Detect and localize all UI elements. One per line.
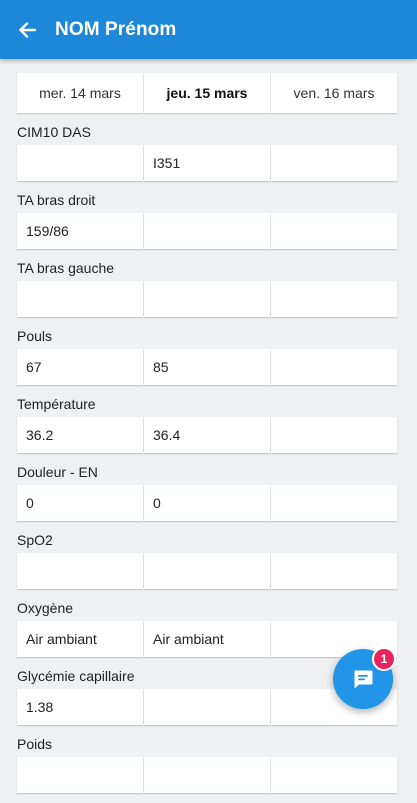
value-field[interactable] bbox=[17, 553, 143, 589]
page-title: NOM Prénom bbox=[55, 18, 177, 40]
value-field[interactable]: 36.2 bbox=[17, 417, 143, 453]
value-field[interactable]: Air ambiant bbox=[17, 621, 143, 657]
arrow-left-icon bbox=[19, 21, 36, 38]
section-label: Poids bbox=[17, 736, 53, 752]
field-row: 159/86 bbox=[17, 213, 397, 249]
section-label: Oxygène bbox=[17, 600, 74, 616]
date-tab-selected[interactable]: jeu. 15 mars bbox=[144, 73, 270, 113]
field-row: I351 bbox=[17, 145, 397, 181]
value-field[interactable] bbox=[271, 145, 397, 181]
field-row: 00 bbox=[17, 485, 397, 521]
field-row bbox=[17, 553, 397, 589]
value-field[interactable]: 0 bbox=[17, 485, 143, 521]
value-field[interactable] bbox=[144, 757, 270, 793]
section-label: Température bbox=[17, 396, 96, 412]
value-field[interactable] bbox=[271, 553, 397, 589]
app-bar: NOM Prénom bbox=[0, 0, 417, 59]
field-row bbox=[17, 757, 397, 793]
notification-badge: 1 bbox=[372, 647, 396, 671]
section-label: TA bras gauche bbox=[17, 260, 115, 276]
field-row: Air ambiant Air ambiant bbox=[17, 621, 397, 657]
field-row bbox=[17, 281, 397, 317]
value-field[interactable]: 159/86 bbox=[17, 213, 143, 249]
value-field[interactable] bbox=[271, 485, 397, 521]
section-label: Douleur - EN bbox=[17, 464, 98, 480]
value-field[interactable] bbox=[17, 757, 143, 793]
value-field[interactable] bbox=[144, 553, 270, 589]
value-field[interactable]: 1.38 bbox=[17, 689, 143, 725]
value-field[interactable] bbox=[271, 349, 397, 385]
back-button[interactable] bbox=[17, 20, 37, 40]
date-tab[interactable]: ven. 16 mars bbox=[271, 73, 397, 113]
section-label: SpO2 bbox=[17, 532, 53, 548]
section-label: TA bras droit bbox=[17, 192, 96, 208]
value-field[interactable]: 67 bbox=[17, 349, 143, 385]
value-field[interactable] bbox=[17, 145, 143, 181]
value-field[interactable]: 85 bbox=[144, 349, 270, 385]
field-row: 36.2 36.4 bbox=[17, 417, 397, 453]
value-field[interactable] bbox=[144, 689, 270, 725]
value-field[interactable] bbox=[144, 281, 270, 317]
field-row: 67 85 bbox=[17, 349, 397, 385]
value-field[interactable] bbox=[271, 417, 397, 453]
section-label: CIM10 DAS bbox=[17, 124, 91, 140]
chat-icon bbox=[354, 670, 373, 689]
value-field[interactable]: I351 bbox=[144, 145, 270, 181]
value-field[interactable]: 36.4 bbox=[144, 417, 270, 453]
value-field[interactable] bbox=[271, 213, 397, 249]
value-field[interactable] bbox=[271, 281, 397, 317]
value-field[interactable] bbox=[17, 281, 143, 317]
chat-button[interactable]: 1 bbox=[333, 647, 396, 709]
section-label: Pouls bbox=[17, 328, 53, 344]
date-selector: mer. 14 mars jeu. 15 mars ven. 16 mars bbox=[17, 73, 397, 113]
value-field[interactable]: 0 bbox=[144, 485, 270, 521]
date-tab[interactable]: mer. 14 mars bbox=[17, 73, 143, 113]
value-field[interactable] bbox=[271, 757, 397, 793]
value-field[interactable] bbox=[144, 213, 270, 249]
value-field[interactable]: Air ambiant bbox=[144, 621, 270, 657]
